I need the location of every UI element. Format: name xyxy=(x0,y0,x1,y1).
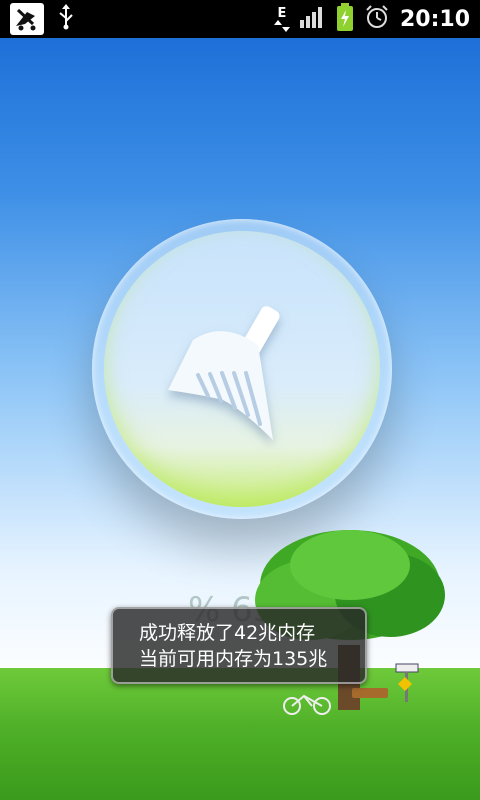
status-left xyxy=(10,3,76,35)
bench-illustration xyxy=(352,688,388,698)
bicycle-icon xyxy=(282,690,332,720)
status-right: E 20:10 xyxy=(273,3,470,35)
app-bird-icon[interactable] xyxy=(10,3,44,35)
alarm-icon xyxy=(364,4,390,34)
clock-time: 20:10 xyxy=(399,6,470,32)
toast-line-2: 当前可用内存为135兆 xyxy=(139,647,328,670)
status-bar: E 20:10 xyxy=(0,0,480,38)
signal-icon xyxy=(299,6,326,32)
broom-icon xyxy=(163,300,303,454)
battery-charging-icon xyxy=(336,3,354,35)
road-sign-icon xyxy=(392,662,422,706)
edge-network-icon: E xyxy=(273,5,290,32)
toast-line-1: 成功释放了42兆内存 xyxy=(139,621,316,644)
usb-icon xyxy=(56,4,76,34)
network-label: E xyxy=(277,5,287,21)
toast-message: 成功释放了42兆内存 当前可用内存为135兆 xyxy=(111,607,367,684)
